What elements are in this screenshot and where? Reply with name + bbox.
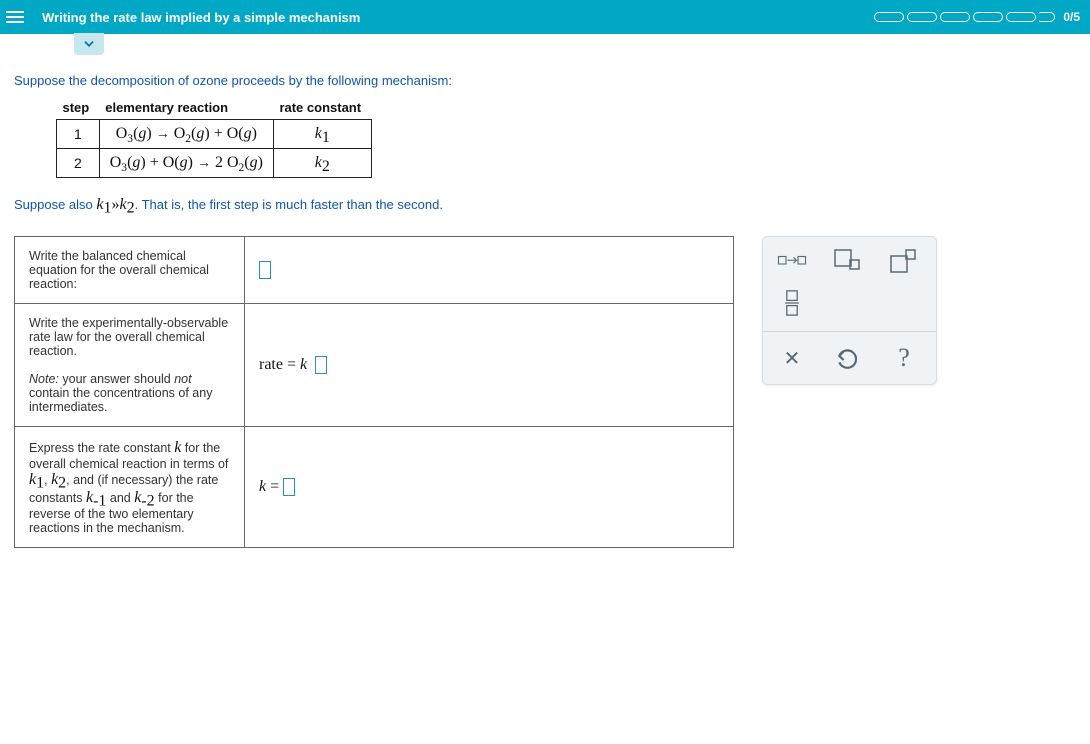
mechanism-table: step elementary reaction rate constant 1… <box>56 98 372 178</box>
table-row: 1 O3(g)→O2(g) + O(g) k1 <box>57 120 372 149</box>
subscript-button[interactable] <box>831 247 865 275</box>
suppose-text: Suppose also k1»k2. That is, the first s… <box>14 196 1076 214</box>
answer-input[interactable] <box>315 356 327 374</box>
clear-button[interactable]: ✕ <box>775 344 809 372</box>
menu-icon[interactable] <box>6 6 28 28</box>
table-row: 2 O3(g) + O(g)→2 O2(g) k2 <box>57 149 372 178</box>
q3-answer-cell[interactable]: k = <box>245 427 734 548</box>
expand-chevron[interactable] <box>74 33 104 55</box>
answer-input[interactable] <box>259 261 271 279</box>
tool-palette: ✕ ? <box>762 236 937 385</box>
fraction-button[interactable] <box>775 289 809 317</box>
superscript-button[interactable] <box>887 247 921 275</box>
table-row: Write the balanced chemical equation for… <box>15 237 734 304</box>
progress-indicator: 0/5 <box>874 10 1080 24</box>
q3-prompt: Express the rate constant k for the over… <box>15 427 245 548</box>
intro-text: Suppose the decomposition of ozone proce… <box>14 73 1076 88</box>
reaction-1: O3(g)→O2(g) + O(g) <box>99 120 273 149</box>
q2-answer-cell[interactable]: rate = k <box>245 304 734 427</box>
table-row: Write the experimentally-observable rate… <box>15 304 734 427</box>
reaction-2: O3(g) + O(g)→2 O2(g) <box>99 149 273 178</box>
q1-answer-cell[interactable] <box>245 237 734 304</box>
col-reaction: elementary reaction <box>99 98 273 120</box>
chevron-down-icon <box>82 37 96 51</box>
help-button[interactable]: ? <box>887 344 921 372</box>
col-step: step <box>57 98 100 120</box>
score-label: 0/5 <box>1063 10 1080 24</box>
q2-prompt: Write the experimentally-observable rate… <box>15 304 245 427</box>
q1-prompt: Write the balanced chemical equation for… <box>15 237 245 304</box>
undo-button[interactable] <box>831 344 865 372</box>
yields-button[interactable] <box>775 247 809 275</box>
top-bar: Writing the rate law implied by a simple… <box>0 0 1090 34</box>
answer-input[interactable] <box>283 478 295 496</box>
table-row: Express the rate constant k for the over… <box>15 427 734 548</box>
rate-const-1: k1 <box>273 120 371 149</box>
page-title: Writing the rate law implied by a simple… <box>42 10 874 25</box>
col-rate: rate constant <box>273 98 371 120</box>
question-table: Write the balanced chemical equation for… <box>14 236 734 548</box>
rate-const-2: k2 <box>273 149 371 178</box>
